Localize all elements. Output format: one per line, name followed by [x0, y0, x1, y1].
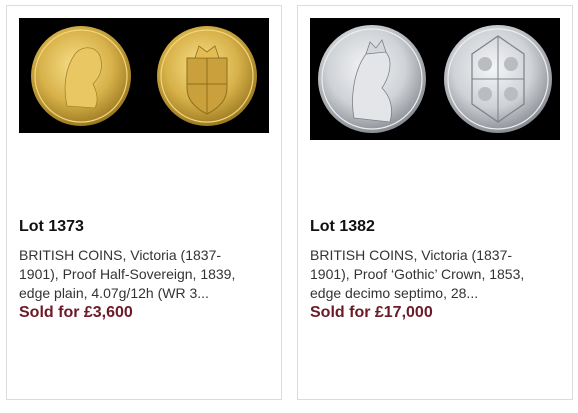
lot-card-1382[interactable]: Lot 1382 BRITISH COINS, Victoria (1837-1…: [297, 5, 573, 400]
sold-price: Sold for £17,000: [310, 304, 433, 321]
sold-price: Sold for £3,600: [19, 304, 133, 321]
coin-photo-half-sovereign[interactable]: [19, 18, 269, 133]
lot-description: BRITISH COINS, Victoria (1837-1901), Pro…: [310, 247, 525, 301]
coin-photo-gothic-crown[interactable]: [310, 18, 560, 140]
lot-card-1373[interactable]: Lot 1373 BRITISH COINS, Victoria (1837-1…: [6, 5, 282, 400]
lot-description: BRITISH COINS, Victoria (1837-1901), Pro…: [19, 247, 236, 301]
lot-title[interactable]: Lot 1382: [310, 218, 375, 236]
silver-coin-image: [310, 18, 560, 140]
gold-coin-image: [19, 18, 269, 133]
lot-title[interactable]: Lot 1373: [19, 218, 84, 236]
